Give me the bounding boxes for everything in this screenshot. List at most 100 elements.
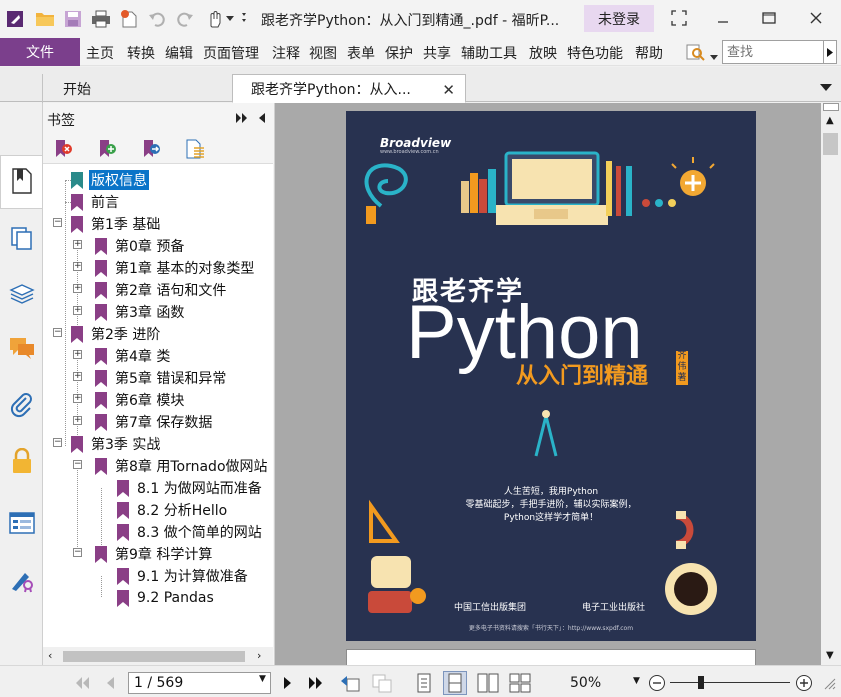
security-lock-icon[interactable]: [7, 446, 37, 476]
zoom-dropdown-icon[interactable]: ▼: [633, 676, 640, 686]
bookmark-item[interactable]: 第5章 错误和异常: [95, 367, 228, 389]
bookmark-item[interactable]: 第8章 用Tornado做网站: [95, 455, 270, 477]
zoom-out-icon[interactable]: [645, 671, 669, 695]
menu-view[interactable]: 视图: [309, 43, 337, 63]
bookmark-item[interactable]: 第6章 模块: [95, 389, 186, 411]
scroll-right-icon[interactable]: ›: [257, 649, 261, 662]
signature-icon[interactable]: [7, 565, 37, 595]
split-view-handle[interactable]: [823, 103, 839, 111]
collapse-toggle[interactable]: −: [73, 460, 82, 469]
collapse-toggle[interactable]: −: [53, 218, 62, 227]
undo-icon[interactable]: [146, 8, 168, 30]
menu-accessibility[interactable]: 辅助工具: [461, 43, 517, 63]
expand-toggle[interactable]: +: [73, 262, 82, 271]
menu-slideshow[interactable]: 放映: [529, 43, 557, 63]
bookmark-item[interactable]: 版权信息: [71, 169, 149, 191]
menu-comment[interactable]: 注释: [272, 43, 300, 63]
expand-toggle[interactable]: +: [73, 372, 82, 381]
find-options-icon[interactable]: [686, 42, 706, 62]
facing-pages-icon[interactable]: [476, 671, 500, 695]
bookmark-item[interactable]: 8.1 为做网站而准备: [117, 477, 264, 499]
zoom-level[interactable]: 50%: [570, 675, 601, 691]
restore-button[interactable]: [756, 6, 782, 30]
next-page-icon[interactable]: [276, 671, 300, 695]
bookmark-item[interactable]: 第2季 进阶: [71, 323, 162, 345]
expand-toggle[interactable]: +: [73, 240, 82, 249]
bookmark-item[interactable]: 第0章 预备: [95, 235, 186, 257]
search-go-icon[interactable]: [823, 40, 837, 64]
menu-page-management[interactable]: 页面管理: [203, 43, 259, 63]
expand-toggle[interactable]: +: [73, 416, 82, 425]
fullscreen-icon[interactable]: [666, 6, 692, 30]
collapse-toggle[interactable]: −: [53, 438, 62, 447]
app-logo-icon[interactable]: [4, 8, 26, 30]
previous-page-icon[interactable]: [98, 671, 122, 695]
continuous-facing-icon[interactable]: [508, 671, 532, 695]
collapse-toggle[interactable]: −: [73, 548, 82, 557]
expand-toggle[interactable]: +: [73, 350, 82, 359]
close-button[interactable]: [803, 6, 829, 30]
first-page-icon[interactable]: [70, 671, 94, 695]
bookmark-item[interactable]: 第7章 保存数据: [95, 411, 214, 433]
menu-home[interactable]: 主页: [86, 43, 114, 63]
bookmark-item[interactable]: 9.2 Pandas: [117, 587, 216, 609]
scroll-down-icon[interactable]: ▼: [826, 650, 834, 661]
hand-tool-icon[interactable]: [203, 8, 225, 30]
continuous-page-icon[interactable]: [443, 671, 467, 695]
bookmark-item[interactable]: 第4章 类: [95, 345, 172, 367]
expand-toggle[interactable]: +: [73, 394, 82, 403]
document-view[interactable]: Broadview www.broadview.com.cn 跟老齐学 Pyth…: [275, 103, 821, 665]
pages-thumbnail-icon[interactable]: [7, 223, 37, 253]
scrollbar-thumb[interactable]: [63, 651, 245, 662]
bookmark-item[interactable]: 8.3 做个简单的网站: [117, 521, 264, 543]
add-bookmark-icon[interactable]: [97, 139, 119, 159]
new-document-icon[interactable]: [118, 8, 140, 30]
search-input[interactable]: [722, 40, 825, 64]
bookmark-item[interactable]: 第1章 基本的对象类型: [95, 257, 256, 279]
zoom-slider-thumb[interactable]: [698, 676, 704, 689]
save-icon[interactable]: [62, 8, 84, 30]
goto-bookmark-icon[interactable]: [141, 139, 163, 159]
bookmark-properties-icon[interactable]: [185, 139, 207, 159]
menu-edit[interactable]: 编辑: [165, 43, 193, 63]
bookmark-item[interactable]: 8.2 分析Hello: [117, 499, 229, 521]
bookmark-item[interactable]: 第9章 科学计算: [95, 543, 214, 565]
page-number-input[interactable]: [128, 672, 271, 694]
scroll-up-icon[interactable]: ▲: [826, 115, 834, 126]
form-fields-icon[interactable]: [7, 508, 37, 538]
bookmark-item[interactable]: 第3季 实战: [71, 433, 162, 455]
panel-expand-icon[interactable]: [235, 112, 249, 124]
bookmark-panel-icon[interactable]: [7, 166, 37, 196]
bookmark-item[interactable]: 第2章 语句和文件: [95, 279, 228, 301]
previous-view-icon[interactable]: [338, 671, 362, 695]
chevron-down-icon[interactable]: [224, 8, 236, 30]
resize-grip-icon[interactable]: [817, 671, 841, 695]
menu-features[interactable]: 特色功能: [567, 43, 623, 63]
menu-file[interactable]: 文件: [0, 38, 80, 66]
delete-bookmark-icon[interactable]: [53, 139, 75, 159]
panel-collapse-icon[interactable]: [257, 112, 267, 124]
scrollbar-thumb[interactable]: [823, 133, 838, 155]
scroll-left-icon[interactable]: ‹: [48, 649, 52, 662]
attachment-icon[interactable]: [7, 390, 37, 420]
tab-document[interactable]: 跟老齐学Python：从入... ✕: [232, 74, 466, 103]
find-dropdown-icon[interactable]: [710, 50, 718, 60]
expand-toggle[interactable]: +: [73, 306, 82, 315]
bookmark-item[interactable]: 前言: [71, 191, 121, 213]
menu-convert[interactable]: 转换: [127, 43, 155, 63]
print-icon[interactable]: [90, 8, 112, 30]
redo-icon[interactable]: [174, 8, 196, 30]
comments-icon[interactable]: [7, 333, 37, 363]
menu-form[interactable]: 表单: [347, 43, 375, 63]
collapse-toggle[interactable]: −: [53, 328, 62, 337]
tab-close-icon[interactable]: ✕: [442, 81, 455, 99]
menu-help[interactable]: 帮助: [635, 43, 663, 63]
last-page-icon[interactable]: [304, 671, 328, 695]
layers-icon[interactable]: [7, 278, 37, 308]
bookmark-item[interactable]: 第3章 函数: [95, 301, 186, 323]
next-view-icon[interactable]: [370, 671, 394, 695]
single-page-icon[interactable]: [412, 671, 436, 695]
page-dropdown-icon[interactable]: ▼: [259, 674, 266, 684]
minimize-button[interactable]: [710, 6, 736, 30]
zoom-in-icon[interactable]: [792, 671, 816, 695]
